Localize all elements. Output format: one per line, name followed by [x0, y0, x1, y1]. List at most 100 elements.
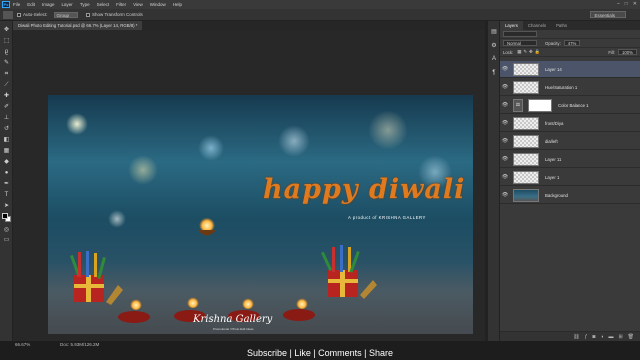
layer-row[interactable]: 👁 Hue/Saturation 1 [500, 79, 640, 96]
character-panel-icon[interactable]: A [490, 55, 498, 63]
layer-row[interactable]: 👁 front/Diya [500, 115, 640, 132]
layer-row[interactable]: 👁 Background [500, 187, 640, 204]
layer-row[interactable]: 👁 Layer 11 [500, 151, 640, 168]
mask-icon[interactable]: ◙ [592, 334, 595, 340]
screen-mode-icon[interactable]: ▭ [3, 237, 10, 244]
menu-image[interactable]: Image [42, 2, 55, 7]
menu-window[interactable]: Window [150, 2, 166, 7]
blend-mode-dropdown[interactable]: Normal [503, 40, 537, 46]
layer-mask-thumbnail [528, 98, 552, 112]
document-tab-bar: Diwali Photo Editing Tutorial.psd @ 66.7… [13, 21, 485, 30]
menu-view[interactable]: View [133, 2, 143, 7]
blur-tool-icon[interactable]: ◆ [3, 159, 10, 166]
window-controls: – □ ✕ [617, 1, 637, 7]
tab-paths[interactable]: Paths [551, 21, 572, 30]
maximize-button[interactable]: □ [625, 1, 628, 7]
type-tool-icon[interactable]: T [3, 192, 10, 199]
layer-thumbnail [513, 116, 539, 130]
layer-name: Layer 14 [545, 66, 562, 72]
crop-tool-icon[interactable]: ⌗ [3, 71, 10, 78]
eye-icon[interactable]: 👁 [500, 138, 510, 144]
menu-type[interactable]: Type [80, 2, 90, 7]
properties-panel-icon[interactable]: ⚙ [490, 41, 498, 49]
adjustment-layer-icon: ⚖ [513, 98, 523, 112]
fill-input[interactable]: 100% [618, 49, 637, 55]
link-icon[interactable]: ⛓ [573, 334, 579, 340]
eye-icon[interactable]: 👁 [500, 84, 510, 90]
menu-edit[interactable]: Edit [27, 2, 35, 7]
opacity-label: Opacity: [545, 40, 561, 46]
layer-row[interactable]: 👁 ⚖ Color Balance 1 [500, 97, 640, 114]
auto-select-checkbox[interactable] [17, 12, 21, 17]
quick-mask-icon[interactable]: ◎ [3, 227, 10, 234]
eye-icon[interactable]: 👁 [500, 174, 510, 180]
pen-tool-icon[interactable]: ✒ [3, 181, 10, 188]
move-tool-icon[interactable]: ✥ [3, 27, 10, 34]
layer-thumbnail [513, 62, 539, 76]
opacity-input[interactable]: 47% [563, 40, 581, 46]
menu-layer[interactable]: Layer [62, 2, 73, 7]
layer-row[interactable]: 👁 dia/left [500, 133, 640, 150]
document-canvas[interactable]: happy diwali A product of KRISHNA GALLER… [48, 95, 473, 334]
marquee-tool-icon[interactable]: ⬚ [3, 38, 10, 45]
lasso-tool-icon[interactable]: ϱ [3, 49, 10, 56]
tab-layers[interactable]: Layers [500, 21, 523, 30]
floating-diya [198, 216, 216, 236]
history-brush-tool-icon[interactable]: ↺ [3, 126, 10, 133]
status-bar: 66.67% Doc: 5.93M/126.2M Subscribe | Lik… [0, 341, 640, 360]
show-transform-checkbox[interactable] [86, 12, 91, 17]
options-bar: Auto-Select: Group Show Transform Contro… [0, 9, 640, 21]
path-selection-tool-icon[interactable]: ➤ [3, 203, 10, 210]
menu-bar: Ps File Edit Image Layer Type Select Fil… [0, 0, 640, 9]
workspace-dropdown[interactable]: Essentials [590, 11, 626, 18]
brush-tool-icon[interactable]: ✐ [3, 104, 10, 111]
eye-icon[interactable]: 👁 [500, 156, 510, 162]
menu-select[interactable]: Select [97, 2, 110, 7]
fx-icon[interactable]: ƒ [585, 334, 588, 340]
video-caption: Subscribe | Like | Comments | Share [246, 348, 394, 358]
layers-panel-footer: ⛓ ƒ ◙ ◑ ▬ ⊞ 🗑 [500, 331, 640, 341]
document-tab[interactable]: Diwali Photo Editing Tutorial.psd @ 66.7… [13, 21, 143, 30]
adjustment-icon[interactable]: ◑ [600, 334, 603, 340]
eye-icon[interactable]: 👁 [500, 102, 510, 108]
trash-icon[interactable]: 🗑 [628, 334, 634, 340]
kind-filter-dropdown[interactable] [503, 31, 537, 37]
tab-channels[interactable]: Channels [523, 21, 551, 30]
color-swatches[interactable] [2, 213, 11, 222]
lock-icons[interactable]: ▦✎✥🔒 [517, 49, 542, 55]
auto-select-dropdown[interactable]: Group [53, 11, 79, 18]
layer-row[interactable]: 👁 Layer 14 [500, 61, 640, 78]
move-tool-preset-icon[interactable] [3, 10, 13, 19]
healing-tool-icon[interactable]: ✚ [3, 93, 10, 100]
zoom-level[interactable]: 66.67% [15, 342, 30, 347]
eraser-tool-icon[interactable]: ◧ [3, 137, 10, 144]
panel-tabs: Layers Channels Paths [500, 21, 640, 30]
menu-filter[interactable]: Filter [116, 2, 126, 7]
clone-stamp-tool-icon[interactable]: ⊥ [3, 115, 10, 122]
quick-select-tool-icon[interactable]: ✎ [3, 60, 10, 67]
dodge-tool-icon[interactable]: ● [3, 170, 10, 177]
paragraph-panel-icon[interactable]: ¶ [490, 69, 498, 77]
new-layer-icon[interactable]: ⊞ [618, 334, 622, 340]
diwali-decorations [70, 216, 377, 323]
folder-icon[interactable]: ▬ [608, 334, 613, 340]
eye-icon[interactable]: 👁 [500, 66, 510, 72]
layer-row[interactable]: 👁 Layer 1 [500, 169, 640, 186]
kind-filter-row [500, 30, 640, 39]
history-panel-icon[interactable]: ▤ [490, 27, 498, 35]
krishna-gallery-signature: Krishna Gallery [193, 314, 273, 325]
minimize-button[interactable]: – [617, 1, 620, 7]
eyedropper-tool-icon[interactable]: ⟋ [3, 82, 10, 89]
layer-thumbnail [513, 188, 539, 202]
eye-icon[interactable]: 👁 [500, 120, 510, 126]
close-button[interactable]: ✕ [633, 1, 637, 7]
eye-icon[interactable]: 👁 [500, 192, 510, 198]
layer-thumbnail [513, 134, 539, 148]
layer-thumbnail [513, 170, 539, 184]
show-transform-label: Show Transform Controls [92, 12, 143, 17]
menu-file[interactable]: File [13, 2, 20, 7]
layer-thumbnail [513, 152, 539, 166]
menu-help[interactable]: Help [173, 2, 182, 7]
foreground-color-swatch[interactable] [2, 213, 8, 219]
gradient-tool-icon[interactable]: ▦ [3, 148, 10, 155]
